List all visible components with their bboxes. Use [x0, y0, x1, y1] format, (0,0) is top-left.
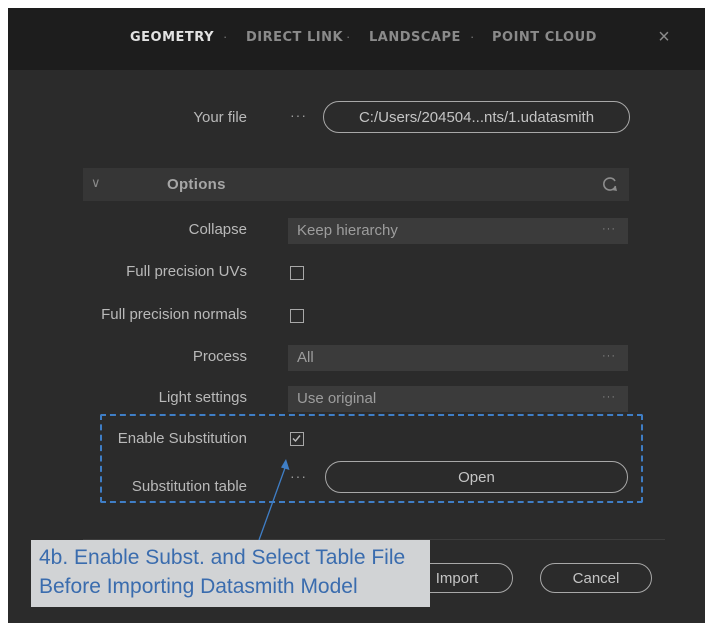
collapse-label: Collapse [188, 221, 247, 238]
collapse-value: Keep hierarchy [297, 222, 398, 239]
full-precision-normals-label: Full precision normals [101, 306, 247, 323]
reset-icon[interactable] [601, 175, 619, 193]
process-label: Process [192, 348, 247, 365]
more-icon: ··· [602, 350, 616, 362]
light-settings-dropdown[interactable]: Use original ··· [288, 386, 628, 412]
substitution-highlight-box [100, 414, 643, 503]
import-button-label: Import [435, 569, 479, 587]
tab-point-cloud[interactable]: POINT CLOUD [492, 30, 597, 45]
more-icon: ··· [602, 223, 616, 235]
light-settings-label: Light settings [158, 389, 247, 406]
annotation-callout: 4b. Enable Subst. and Select Table File … [31, 540, 430, 607]
light-settings-value: Use original [297, 390, 377, 407]
process-value: All [297, 349, 314, 366]
full-precision-uvs-label: Full precision UVs [126, 263, 247, 280]
annotation-line-2: Before Importing Datasmith Model [39, 575, 358, 598]
more-icon: ··· [602, 391, 616, 403]
tab-geometry[interactable]: GEOMETRY [130, 30, 214, 45]
tab-separator: · [223, 29, 228, 44]
process-dropdown[interactable]: All ··· [288, 345, 628, 371]
file-browse-button[interactable]: ··· [290, 107, 307, 123]
tab-direct-link[interactable]: DIRECT LINK [246, 30, 343, 45]
tab-separator: · [470, 29, 475, 44]
chevron-down-icon[interactable]: ∨ [91, 175, 101, 191]
full-precision-uvs-checkbox[interactable] [290, 266, 304, 280]
cancel-button-label: Cancel [572, 569, 620, 587]
annotation-line-1: 4b. Enable Subst. and Select Table File [39, 546, 406, 569]
file-path-text: C:/Users/204504...nts/1.udatasmith [358, 108, 595, 126]
cancel-button[interactable]: Cancel [540, 563, 652, 593]
options-section-header[interactable]: ∨ Options [83, 168, 629, 201]
tab-landscape[interactable]: LANDSCAPE [369, 30, 461, 45]
options-title: Options [167, 176, 226, 193]
close-icon[interactable]: × [654, 26, 674, 50]
file-path-field[interactable]: C:/Users/204504...nts/1.udatasmith [323, 101, 630, 133]
tab-separator: · [346, 29, 351, 44]
file-label: Your file [193, 109, 247, 126]
collapse-dropdown[interactable]: Keep hierarchy ··· [288, 218, 628, 244]
full-precision-normals-checkbox[interactable] [290, 309, 304, 323]
tab-bar: GEOMETRY · DIRECT LINK · LANDSCAPE · POI… [8, 8, 705, 70]
import-dialog: GEOMETRY · DIRECT LINK · LANDSCAPE · POI… [8, 8, 705, 623]
